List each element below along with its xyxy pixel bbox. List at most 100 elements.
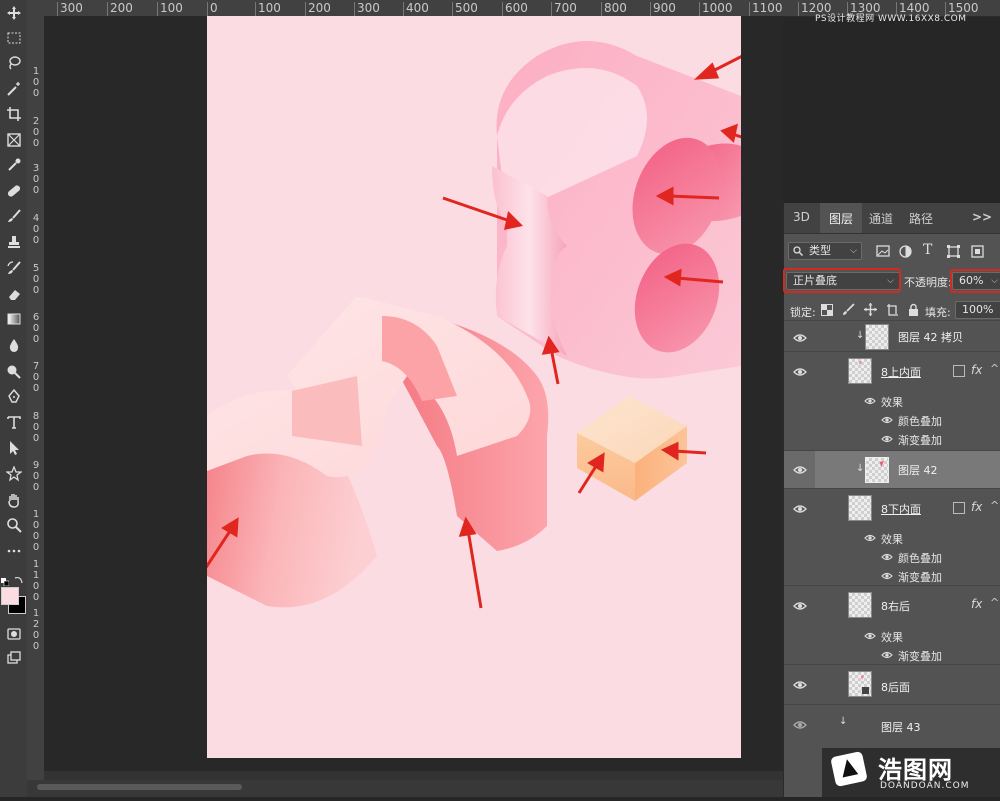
layer-name[interactable]: 图层 42 bbox=[898, 462, 938, 478]
clone-stamp-icon[interactable] bbox=[3, 232, 24, 252]
visibility-eye-icon[interactable] bbox=[864, 396, 876, 406]
layer-row-selected[interactable]: ↓ 图层 42 bbox=[784, 450, 1000, 489]
path-select-icon[interactable] bbox=[3, 438, 24, 458]
visibility-eye-icon[interactable] bbox=[793, 679, 807, 691]
visibility-eye-icon[interactable] bbox=[793, 366, 807, 378]
fx-icon[interactable]: fx bbox=[971, 597, 982, 611]
magic-wand-icon[interactable] bbox=[3, 79, 24, 99]
move-icon[interactable] bbox=[3, 3, 24, 23]
ruler-digit: 0 bbox=[32, 383, 40, 394]
visibility-eye-icon[interactable] bbox=[864, 533, 876, 543]
ruler-digit: 0 bbox=[32, 185, 40, 196]
lock-position-icon[interactable] bbox=[864, 303, 877, 316]
chevron-up-icon[interactable]: ^ bbox=[990, 499, 999, 512]
default-colors-icon[interactable] bbox=[1, 571, 10, 587]
adjustment-layer-filter-icon[interactable] bbox=[899, 245, 912, 258]
layer-row[interactable]: 8右后 fx ^ 效果 渐变叠加 bbox=[784, 585, 1000, 664]
custom-shape-icon[interactable] bbox=[3, 464, 24, 484]
more-tools-icon[interactable] bbox=[3, 541, 24, 561]
layer-name[interactable]: 8下内面 bbox=[881, 501, 921, 517]
effects-label: 效果 bbox=[881, 533, 903, 546]
visibility-eye-icon[interactable] bbox=[881, 415, 893, 425]
opacity-highlight bbox=[950, 269, 1000, 293]
brush-icon[interactable] bbox=[3, 206, 24, 226]
screen-mode-icon[interactable] bbox=[3, 648, 24, 668]
visibility-eye-icon[interactable] bbox=[793, 332, 807, 344]
ruler-label: 1000 bbox=[702, 1, 733, 15]
lock-image-pixels-icon[interactable] bbox=[842, 303, 855, 316]
logo-subtext: DOANDOAN.COM bbox=[880, 781, 970, 791]
tab-3d[interactable]: 3D bbox=[793, 210, 810, 224]
visibility-eye-icon[interactable] bbox=[793, 503, 807, 515]
tab-paths[interactable]: 路径 bbox=[909, 210, 933, 227]
visibility-eye-icon[interactable] bbox=[864, 631, 876, 641]
visibility-eye-icon[interactable] bbox=[793, 600, 807, 612]
effect-item[interactable]: 渐变叠加 bbox=[898, 432, 942, 448]
effect-item[interactable]: 渐变叠加 bbox=[898, 569, 942, 585]
layer-row[interactable]: ↓ 图层 43 bbox=[784, 704, 1000, 744]
layer-name[interactable]: 图层 43 bbox=[881, 719, 921, 735]
gradient-icon[interactable] bbox=[3, 309, 24, 329]
visibility-eye-icon[interactable] bbox=[881, 650, 893, 660]
smart-object-link-icon bbox=[953, 365, 965, 377]
quick-mask-icon[interactable] bbox=[3, 624, 24, 644]
ruler-digit: 0 bbox=[32, 88, 40, 99]
frame-icon[interactable] bbox=[3, 130, 24, 150]
effect-item[interactable]: 渐变叠加 bbox=[898, 648, 942, 664]
lock-all-icon[interactable] bbox=[908, 303, 919, 316]
shape-layer-filter-icon[interactable] bbox=[947, 245, 960, 258]
layer-name[interactable]: 8右后 bbox=[881, 598, 910, 614]
tab-layers[interactable]: 图层 bbox=[829, 210, 853, 227]
tab-channels[interactable]: 通道 bbox=[869, 210, 893, 227]
zoom-icon[interactable] bbox=[3, 515, 24, 535]
layer-row[interactable]: 8上内面 fx ^ 效果 颜色叠加 渐变叠加 bbox=[784, 351, 1000, 450]
layer-row[interactable]: 8后面 bbox=[784, 664, 1000, 704]
layer-row[interactable]: ↓ 图层 42 拷贝 bbox=[784, 320, 1000, 351]
effects-label: 效果 bbox=[881, 631, 903, 644]
layer-name[interactable]: 8后面 bbox=[881, 679, 910, 695]
type-icon[interactable] bbox=[3, 412, 24, 432]
chevron-up-icon[interactable]: ^ bbox=[990, 596, 999, 609]
document-canvas[interactable] bbox=[207, 16, 741, 758]
layer-row[interactable]: 8下内面 fx ^ 效果 颜色叠加 渐变叠加 bbox=[784, 488, 1000, 585]
visibility-eye-icon[interactable] bbox=[881, 552, 893, 562]
effect-item[interactable]: 颜色叠加 bbox=[898, 550, 942, 566]
swap-colors-icon[interactable] bbox=[14, 570, 24, 584]
type-layer-filter-icon[interactable]: T bbox=[923, 242, 932, 258]
layer-name[interactable]: 8上内面 bbox=[881, 364, 921, 380]
dodge-icon[interactable] bbox=[3, 361, 24, 381]
lasso-icon[interactable] bbox=[3, 53, 24, 73]
history-brush-icon[interactable] bbox=[3, 258, 24, 278]
ruler-digit: 0 bbox=[32, 542, 40, 553]
blur-icon[interactable] bbox=[3, 335, 24, 355]
marquee-icon[interactable] bbox=[3, 28, 24, 48]
horizontal-scrollbar[interactable] bbox=[44, 771, 783, 780]
lock-transparent-pixels-icon[interactable] bbox=[821, 304, 833, 316]
chevron-up-icon[interactable]: ^ bbox=[990, 362, 999, 375]
smart-object-filter-icon[interactable] bbox=[971, 245, 984, 258]
hand-icon[interactable] bbox=[3, 490, 24, 510]
healing-brush-icon[interactable] bbox=[3, 181, 24, 201]
visibility-eye-icon[interactable] bbox=[793, 719, 807, 731]
ruler-digit: 3 bbox=[32, 163, 40, 174]
fx-icon[interactable]: fx bbox=[971, 363, 982, 377]
effect-item[interactable]: 颜色叠加 bbox=[898, 413, 942, 429]
pixel-layer-filter-icon[interactable] bbox=[876, 245, 890, 257]
panel-menu-button[interactable]: >> bbox=[972, 210, 992, 224]
fx-icon[interactable]: fx bbox=[971, 500, 982, 514]
crop-icon[interactable] bbox=[3, 104, 24, 124]
eyedropper-icon[interactable] bbox=[3, 155, 24, 175]
layer-name[interactable]: 图层 42 拷贝 bbox=[898, 329, 963, 345]
pen-icon[interactable] bbox=[3, 386, 24, 406]
ruler-digit: 0 bbox=[32, 471, 40, 482]
ruler-digit: 0 bbox=[32, 433, 40, 444]
eraser-icon[interactable] bbox=[3, 284, 24, 304]
ruler-label: 700 bbox=[554, 1, 577, 15]
visibility-eye-icon[interactable] bbox=[793, 464, 807, 476]
visibility-eye-icon[interactable] bbox=[881, 434, 893, 444]
foreground-color-swatch[interactable] bbox=[1, 587, 19, 605]
fill-input[interactable]: 100% bbox=[955, 301, 1000, 319]
visibility-eye-icon[interactable] bbox=[881, 571, 893, 581]
scrollbar-thumb[interactable] bbox=[37, 784, 242, 790]
lock-artboard-icon[interactable] bbox=[886, 303, 899, 316]
